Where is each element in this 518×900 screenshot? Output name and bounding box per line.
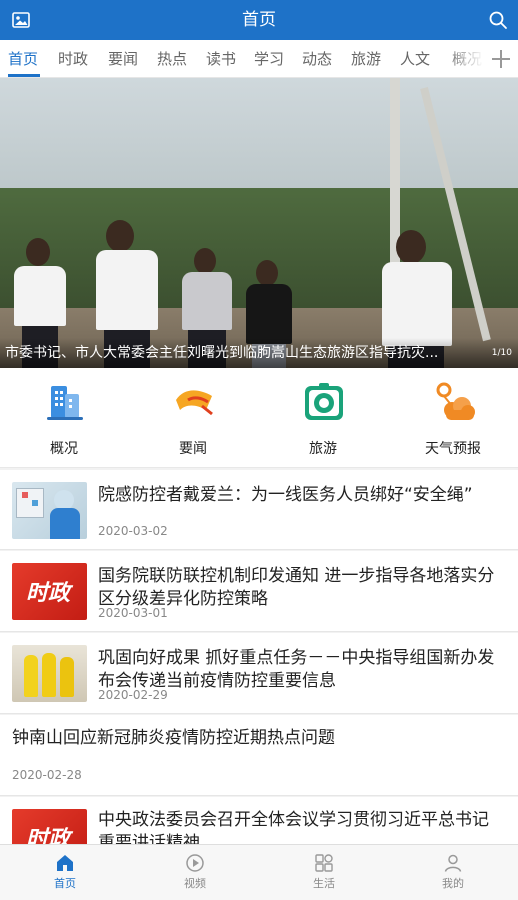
- news-date: 2020-03-02: [98, 524, 168, 538]
- news-date: 2020-02-29: [98, 688, 168, 702]
- news-title: 国务院联防联控机制印发通知 进一步指导各地落实分区分级差异化防控策略: [98, 566, 495, 609]
- search-icon[interactable]: [488, 10, 508, 30]
- thumbnail-label: 时政: [26, 581, 71, 606]
- tab-home[interactable]: 首页: [8, 40, 38, 77]
- nav-video[interactable]: 视频: [130, 845, 260, 900]
- news-date: 2020-02-28: [12, 768, 82, 782]
- news-title: 院感防控者戴爱兰：为一线医务人员绑好“安全绳”: [98, 485, 473, 505]
- nav-life[interactable]: 生活: [259, 845, 389, 900]
- quick-link-label: 旅游: [309, 441, 337, 457]
- add-channel-icon[interactable]: [484, 40, 518, 77]
- news-title: 钟南山回应新冠肺炎疫情防控近期热点问题: [12, 728, 335, 748]
- quick-link-travel[interactable]: 旅游: [273, 368, 373, 468]
- news-item[interactable]: 巩固向好成果 抓好重点任务－－中央指导组国新办发布会传递当前疫情防控重要信息 2…: [0, 633, 518, 714]
- video-icon: [186, 854, 204, 872]
- tab-study[interactable]: 学习: [254, 40, 284, 77]
- quick-link-overview[interactable]: 概况: [14, 368, 114, 468]
- bottom-nav: 首页 视频 生活 我的: [0, 844, 518, 900]
- tabs-fade: [444, 40, 484, 77]
- camera-icon: [305, 383, 343, 420]
- buildings-icon: [47, 386, 83, 420]
- news-thumbnail: [12, 645, 87, 702]
- news-thumbnail: 时政: [12, 563, 87, 620]
- nav-label: 我的: [442, 877, 464, 890]
- nav-label: 首页: [54, 877, 76, 890]
- news-thumbnail: [12, 482, 87, 539]
- news-date: 2020-03-01: [98, 606, 168, 620]
- nav-home[interactable]: 首页: [0, 845, 130, 900]
- quick-link-news[interactable]: 要闻: [143, 368, 243, 468]
- tab-travel[interactable]: 旅游: [351, 40, 381, 77]
- quick-link-label: 天气预报: [425, 441, 481, 457]
- nav-label: 视频: [184, 877, 206, 890]
- news-item[interactable]: 钟南山回应新冠肺炎疫情防控近期热点问题 2020-02-28: [0, 715, 518, 796]
- news-title: 巩固向好成果 抓好重点任务－－中央指导组国新办发布会传递当前疫情防控重要信息: [98, 648, 495, 691]
- weather-icon: [436, 382, 475, 420]
- tab-politics[interactable]: 时政: [58, 40, 88, 77]
- profile-icon: [444, 854, 462, 872]
- life-icon: [315, 854, 333, 872]
- news-item[interactable]: 时政 国务院联防联控机制印发通知 进一步指导各地落实分区分级差异化防控策略 20…: [0, 551, 518, 632]
- nav-profile[interactable]: 我的: [388, 845, 518, 900]
- banner-pager: 1/10: [491, 348, 512, 358]
- quick-link-label: 概况: [50, 441, 78, 457]
- banner-caption[interactable]: 市委书记、市人大常委会主任刘曙光到临朐嵩山生态旅游区指导抗灾...: [5, 343, 491, 363]
- tab-updates[interactable]: 动态: [302, 40, 332, 77]
- tab-hot[interactable]: 热点: [157, 40, 187, 77]
- nav-label: 生活: [313, 877, 335, 890]
- tab-culture[interactable]: 人文: [400, 40, 430, 77]
- news-item[interactable]: 院感防控者戴爱兰：为一线医务人员绑好“安全绳” 2020-03-02: [0, 470, 518, 550]
- quick-link-label: 要闻: [179, 441, 207, 457]
- tab-news[interactable]: 要闻: [108, 40, 138, 77]
- headline-carousel[interactable]: 市委书记、市人大常委会主任刘曙光到临朐嵩山生态旅游区指导抗灾... 1/10: [0, 78, 518, 368]
- top-bar: 首页: [0, 0, 518, 40]
- flag-icon: [176, 390, 213, 416]
- page-title: 首页: [242, 10, 276, 30]
- home-icon: [57, 855, 73, 871]
- quick-links: 概况 要闻 旅游 天气预报: [0, 368, 518, 468]
- quick-link-weather[interactable]: 天气预报: [403, 368, 503, 468]
- channel-tabs: 首页 时政 要闻 热点 读书 学习 动态 旅游 人文 概况: [0, 40, 518, 78]
- tab-reading[interactable]: 读书: [206, 40, 236, 77]
- active-tab-indicator: [8, 74, 40, 77]
